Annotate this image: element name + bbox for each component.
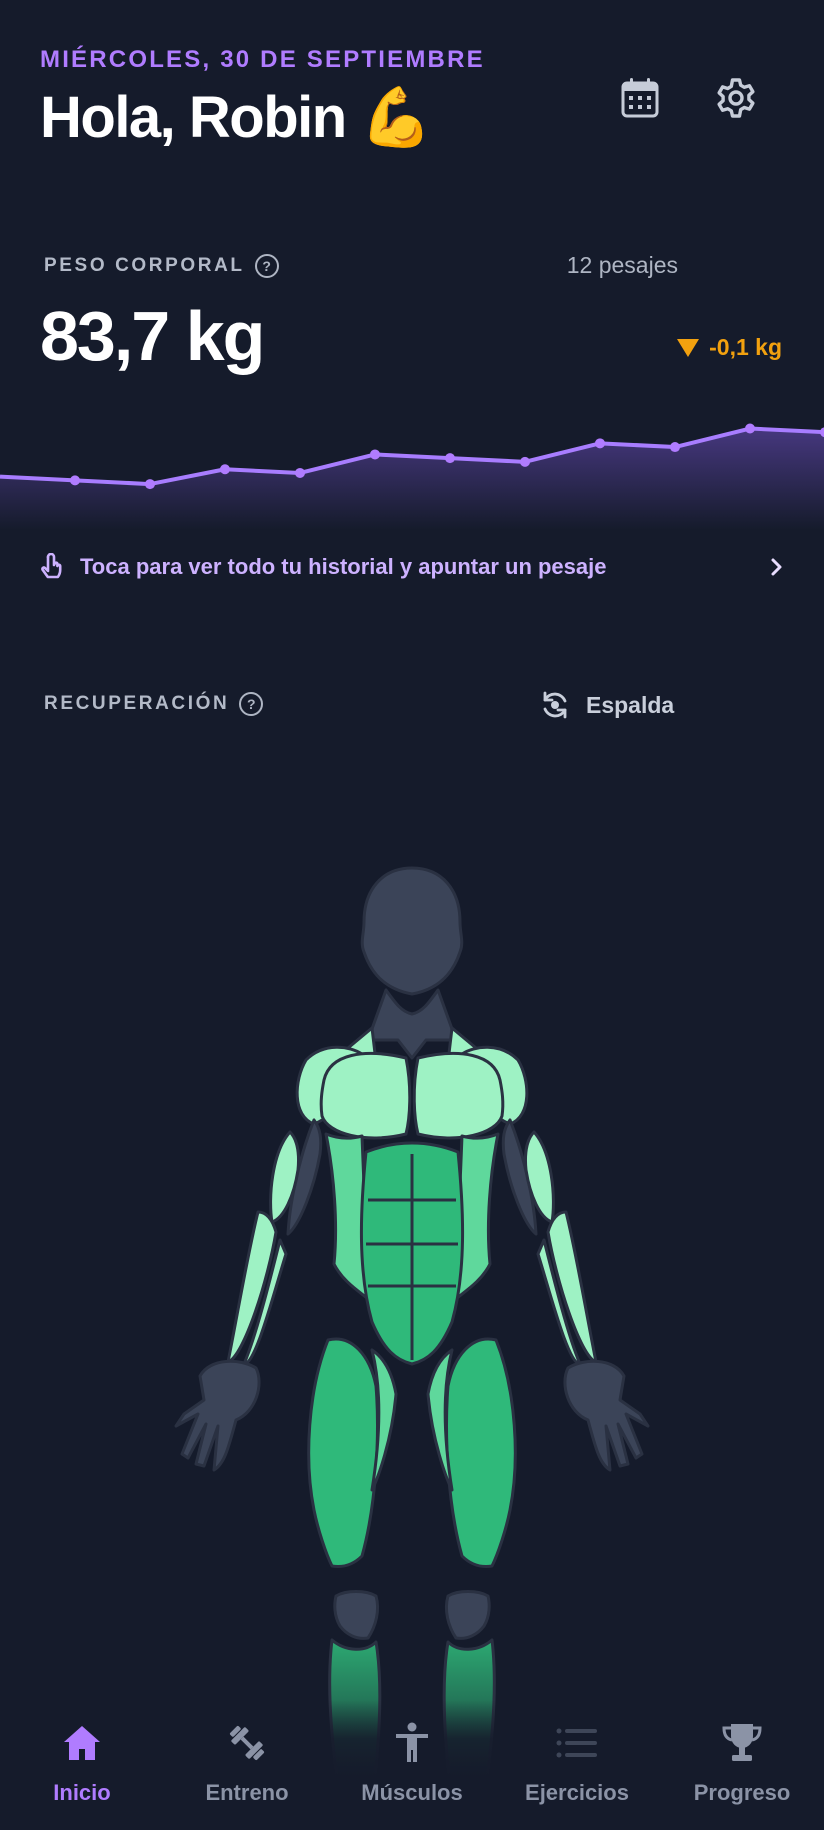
rotate-view-icon <box>543 691 567 719</box>
settings-button[interactable] <box>708 70 764 126</box>
weight-point[interactable] <box>670 442 680 453</box>
weight-point[interactable] <box>745 423 755 434</box>
nav-item-ejercicios[interactable]: Ejercicios <box>502 1720 652 1806</box>
touch-icon <box>41 553 62 579</box>
hand-right[interactable] <box>563 1359 650 1472</box>
page-title: Hola, Robin 💪 <box>40 85 433 150</box>
date-label: MIÉRCOLES, 30 DE SEPTIEMBRE <box>40 46 485 73</box>
nav-label: Ejercicios <box>525 1780 629 1805</box>
weight-area <box>0 428 824 530</box>
trophy-icon <box>722 1724 762 1761</box>
weight-point[interactable] <box>370 449 380 460</box>
history-link[interactable]: Toca para ver todo tu historial y apunta… <box>40 553 784 581</box>
current-weight: 83,7 kg <box>40 297 265 375</box>
nav-label: Entreno <box>205 1780 289 1805</box>
knee-left[interactable] <box>333 1590 380 1640</box>
weight-point[interactable] <box>520 456 530 467</box>
weight-point[interactable] <box>70 475 80 486</box>
weight-point[interactable] <box>595 438 605 449</box>
nav-label: Progreso <box>693 1780 791 1805</box>
bottom-nav: Inicio Entreno Músculos Ejercicios Progr… <box>0 1700 824 1830</box>
weight-delta: -0,1 kg <box>677 334 782 361</box>
calendar-button[interactable] <box>612 70 668 126</box>
muscle-pectoral-left[interactable] <box>319 1051 412 1140</box>
weight-label: PESO CORPORAL <box>44 255 245 276</box>
history-link-text: Toca para ver todo tu historial y apunta… <box>80 554 607 579</box>
chevron-right-icon <box>771 558 782 576</box>
recovery-label: RECUPERACIÓN <box>44 693 230 714</box>
nav-label: Músculos <box>361 1780 463 1805</box>
gear-icon <box>717 78 755 118</box>
muscle-pectoral-right[interactable] <box>412 1051 505 1140</box>
head[interactable] <box>360 866 464 996</box>
knee-right[interactable] <box>444 1590 491 1640</box>
weight-delta-value: -0,1 kg <box>709 334 782 360</box>
dumbbell-icon <box>229 1725 265 1761</box>
hand-left[interactable] <box>174 1359 261 1472</box>
weight-point[interactable] <box>220 464 230 475</box>
weight-point[interactable] <box>445 453 455 464</box>
recovery-section-label: RECUPERACIÓN ? <box>44 692 264 716</box>
view-toggle-button[interactable]: Espalda <box>540 690 674 720</box>
list-icon <box>556 1728 597 1758</box>
weigh-in-count: 12 pesajes <box>566 252 678 278</box>
weight-chart[interactable] <box>0 400 824 530</box>
down-triangle-icon <box>677 338 700 357</box>
help-icon[interactable]: ? <box>239 692 264 716</box>
help-icon[interactable]: ? <box>254 254 279 278</box>
nav-item-entreno[interactable]: Entreno <box>172 1720 322 1806</box>
view-toggle-label: Espalda <box>586 691 675 718</box>
muscle-quadriceps-left[interactable] <box>307 1337 379 1568</box>
neck[interactable] <box>366 988 458 1060</box>
calendar-icon <box>621 78 659 118</box>
nav-item-musculos[interactable]: Músculos <box>337 1720 487 1806</box>
nav-label: Inicio <box>53 1780 111 1805</box>
nav-item-inicio[interactable]: Inicio <box>7 1720 157 1806</box>
weight-point[interactable] <box>145 479 155 490</box>
weight-section-label: PESO CORPORAL ? <box>44 254 279 278</box>
weight-point[interactable] <box>295 467 305 478</box>
nav-item-progreso[interactable]: Progreso <box>667 1720 817 1806</box>
home-icon <box>64 1726 100 1760</box>
muscle-map[interactable] <box>140 860 684 1830</box>
muscle-quadriceps-right[interactable] <box>445 1337 517 1568</box>
person-icon <box>396 1722 428 1762</box>
